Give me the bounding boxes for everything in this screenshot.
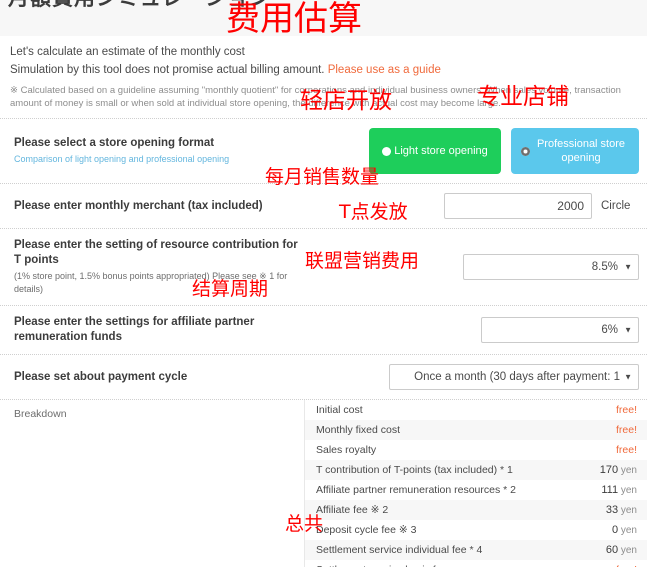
breakdown-row-value: 0 yen bbox=[612, 524, 637, 536]
store-format-option-group: Light store opening Professional store o… bbox=[369, 128, 639, 174]
breakdown-section: Breakdown Initial cost free! Monthly fixed… bbox=[0, 400, 647, 567]
breakdown-row-name: Sales royalty bbox=[316, 444, 377, 456]
row-store-format-sublink[interactable]: Comparison of light opening and professi… bbox=[14, 153, 298, 166]
breakdown-row-currency: yen bbox=[618, 465, 637, 476]
row-monthly-merchant-label: Please enter monthly merchant (tax inclu… bbox=[14, 199, 263, 212]
row-t-points-control: 8.5% ▼ bbox=[304, 254, 639, 280]
row-monthly-merchant-control: Circle bbox=[304, 193, 639, 219]
breakdown-row-value: 60 yen bbox=[606, 544, 637, 556]
intro-line-2: Simulation by this tool does not promise… bbox=[10, 61, 637, 79]
radio-unselected-icon bbox=[382, 146, 392, 156]
breakdown-row-currency: yen bbox=[618, 545, 637, 556]
intro-line-2-plain: Simulation by this tool does not promise… bbox=[10, 64, 328, 76]
row-payment-cycle: Please set about payment cycle Once a mo… bbox=[0, 355, 647, 400]
breakdown-row-name: T contribution of T-points (tax included… bbox=[316, 464, 513, 476]
row-store-format: Please select a store opening format Com… bbox=[0, 119, 647, 184]
row-store-format-label: Please select a store opening format bbox=[14, 137, 215, 149]
row-t-points-sublabel: (1% store point, 1.5% bonus points appro… bbox=[14, 271, 288, 294]
row-affiliate: Please enter the settings for affiliate … bbox=[0, 306, 647, 355]
breakdown-row-value: 111 yen bbox=[601, 484, 637, 496]
breakdown-row-amount: 60 bbox=[605, 544, 619, 556]
page-root: 月額費用シミュレーション Let's calculate an estimate… bbox=[0, 0, 647, 567]
breakdown-row-name: Settlement service basic fee bbox=[316, 563, 447, 567]
breakdown-row: Settlement service basic feefree! bbox=[305, 560, 647, 567]
breakdown-row: Sales royalty free! bbox=[305, 440, 647, 460]
breakdown-row-value: free! bbox=[615, 404, 637, 416]
breakdown-row-name: Monthly fixed cost bbox=[316, 424, 401, 436]
breakdown-row-name: Affiliate partner remuneration resources… bbox=[316, 484, 516, 496]
row-payment-cycle-label-group: Please set about payment cycle bbox=[14, 370, 304, 385]
breakdown-row-currency: yen bbox=[618, 505, 637, 516]
t-points-select[interactable]: 8.5% bbox=[463, 254, 639, 280]
breakdown-row-amount: 111 bbox=[601, 484, 619, 496]
payment-cycle-select[interactable]: Once a month (30 days after payment: 1 bbox=[389, 364, 639, 390]
breakdown-row-currency: yen bbox=[618, 525, 637, 536]
breakdown-table: Initial cost free! Monthly fixed cost free!… bbox=[304, 400, 647, 567]
page-header: 月額費用シミュレーション bbox=[0, 0, 647, 36]
row-store-format-control: Light store opening Professional store o… bbox=[304, 128, 639, 174]
intro-line-2-accent: Please use as a guide bbox=[327, 64, 441, 76]
breakdown-row: Deposit cycle fee ※ 3 0 yen bbox=[305, 520, 647, 540]
store-format-professional-button[interactable]: Professional store opening bbox=[511, 128, 639, 174]
row-payment-cycle-control: Once a month (30 days after payment: 1 ▼ bbox=[304, 364, 639, 390]
breakdown-row-name: Deposit cycle fee ※ 3 bbox=[316, 524, 417, 536]
row-affiliate-label-group: Please enter the settings for affiliate … bbox=[14, 315, 304, 345]
breakdown-row-amount: 33 bbox=[605, 504, 619, 516]
breakdown-row: T contribution of T-points (tax included… bbox=[305, 460, 647, 480]
breakdown-row-value: 170 yen bbox=[600, 464, 637, 476]
intro-note: ※ Calculated based on a guideline assumi… bbox=[10, 85, 621, 109]
row-t-points-label-group: Please enter the setting of resource con… bbox=[14, 238, 304, 296]
breakdown-row-value: 33 yen bbox=[606, 504, 637, 516]
breakdown-row-currency: yen bbox=[618, 485, 637, 496]
store-format-light-button[interactable]: Light store opening bbox=[369, 128, 501, 174]
breakdown-label: Breakdown bbox=[14, 408, 67, 420]
breakdown-row: Monthly fixed cost free! bbox=[305, 420, 647, 440]
row-t-points: Please enter the setting of resource con… bbox=[0, 229, 647, 306]
breakdown-row-name: Affiliate fee ※ 2 bbox=[316, 504, 389, 516]
breakdown-row-amount: 170 bbox=[599, 464, 619, 476]
monthly-merchant-unit: Circle bbox=[601, 200, 631, 212]
breakdown-row: Settlement service individual fee * 4 60 … bbox=[305, 540, 647, 560]
intro-block: Let's calculate an estimate of the month… bbox=[0, 36, 647, 114]
store-format-professional-label: Professional store opening bbox=[536, 138, 626, 164]
row-t-points-label: Please enter the setting of resource con… bbox=[14, 239, 298, 266]
row-payment-cycle-label: Please set about payment cycle bbox=[14, 370, 188, 383]
row-affiliate-control: 6% ▼ bbox=[304, 317, 639, 343]
row-store-format-label-group: Please select a store opening format Com… bbox=[14, 136, 304, 166]
breakdown-row-value: free! bbox=[615, 424, 637, 436]
breakdown-row-value: free! bbox=[615, 444, 637, 456]
row-affiliate-label: Please enter the settings for affiliate … bbox=[14, 316, 255, 343]
breakdown-row-name: Settlement service individual fee * 4 bbox=[316, 544, 483, 556]
breakdown-row: Affiliate partner remuneration resources… bbox=[305, 480, 647, 500]
intro-line-1: Let's calculate an estimate of the month… bbox=[10, 46, 245, 58]
page-title: 月額費用シミュレーション bbox=[0, 0, 271, 10]
breakdown-row: Initial cost free! bbox=[305, 400, 647, 420]
t-points-select-wrap: 8.5% ▼ bbox=[463, 254, 639, 280]
breakdown-row-name: Initial cost bbox=[316, 404, 363, 416]
radio-selected-icon bbox=[521, 146, 530, 156]
affiliate-select-wrap: 6% ▼ bbox=[481, 317, 639, 343]
store-format-light-label: Light store opening bbox=[394, 145, 488, 157]
row-monthly-merchant: Please enter monthly merchant (tax inclu… bbox=[0, 184, 647, 229]
affiliate-select[interactable]: 6% bbox=[481, 317, 639, 343]
payment-cycle-select-wrap: Once a month (30 days after payment: 1 ▼ bbox=[389, 364, 639, 390]
row-monthly-merchant-label-group: Please enter monthly merchant (tax inclu… bbox=[14, 199, 304, 214]
monthly-merchant-input[interactable] bbox=[444, 193, 592, 219]
form-rows: Please select a store opening format Com… bbox=[0, 118, 647, 400]
breakdown-row: Affiliate fee ※ 2 33 yen bbox=[305, 500, 647, 520]
